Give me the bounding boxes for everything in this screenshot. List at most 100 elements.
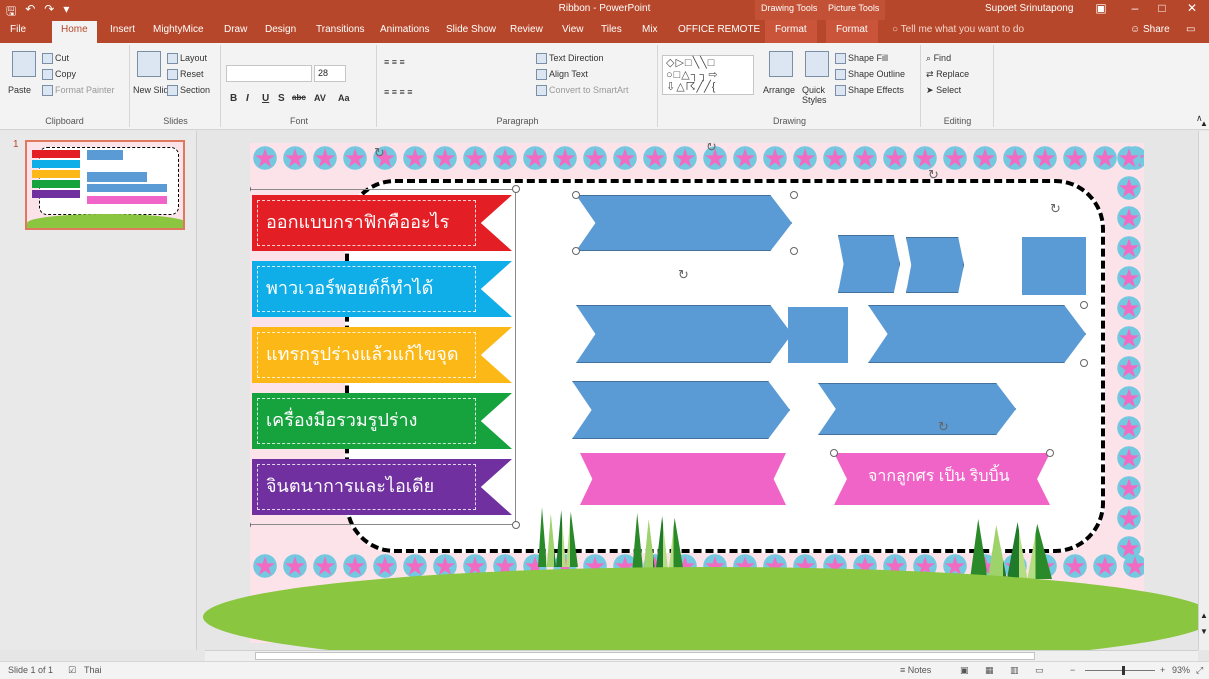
rotate-handle-icon[interactable]: ↻: [1050, 201, 1061, 217]
tab-animations[interactable]: Animations: [380, 24, 429, 35]
resize-handle[interactable]: [790, 191, 798, 199]
resize-handle[interactable]: [512, 185, 520, 193]
change-case-button[interactable]: Aa: [338, 93, 350, 103]
font-name-box[interactable]: [226, 65, 312, 82]
minimize-icon[interactable]: –: [1125, 1, 1145, 15]
blue-chevron-2[interactable]: [576, 305, 792, 363]
slide-show-icon[interactable]: ▭: [1035, 665, 1044, 676]
resize-handle[interactable]: [1046, 449, 1054, 457]
next-slide-icon[interactable]: ▼: [1200, 627, 1208, 636]
resize-handle[interactable]: [1080, 301, 1088, 309]
quick-styles-button[interactable]: Quick Styles: [802, 85, 836, 105]
copy-button[interactable]: Copy: [42, 69, 76, 81]
user-name[interactable]: Supoet Srinutapong: [985, 3, 1073, 14]
reading-view-icon[interactable]: ▥: [1010, 665, 1019, 676]
resize-handle[interactable]: [250, 521, 251, 529]
shapes-gallery[interactable]: ◇▷□╲╲□ ○□△┐┐⇨ ⇩△☈╱╱{: [662, 55, 754, 95]
resize-handle[interactable]: [250, 185, 251, 193]
paste-button[interactable]: Paste: [8, 85, 31, 95]
ribbon-yellow[interactable]: แทรกรูปร่างแล้วแก้ไขจุด: [252, 327, 512, 383]
character-spacing-button[interactable]: AV: [314, 93, 326, 103]
zoom-slider-handle[interactable]: [1122, 666, 1125, 675]
tab-design[interactable]: Design: [265, 24, 296, 35]
layout-button[interactable]: Layout: [167, 53, 207, 65]
rotate-handle-icon[interactable]: ↻: [706, 143, 717, 155]
blue-chevron-3[interactable]: [868, 305, 1086, 363]
vertical-scrollbar[interactable]: ▲ ▲ ▼: [1198, 119, 1209, 650]
tab-slide-show[interactable]: Slide Show: [446, 24, 496, 35]
close-icon[interactable]: ✕: [1182, 1, 1202, 15]
notes-button[interactable]: ≡ Notes: [900, 665, 931, 675]
slide-thumbnail-1[interactable]: [25, 140, 185, 230]
spellcheck-icon[interactable]: ☑: [68, 665, 76, 676]
text-direction-button[interactable]: Text Direction: [536, 53, 604, 65]
quick-styles-icon[interactable]: [805, 51, 829, 77]
section-button[interactable]: Section: [167, 85, 210, 97]
pink-ribbon-1[interactable]: [580, 453, 786, 505]
scroll-up-icon[interactable]: ▲: [1200, 119, 1208, 128]
italic-button[interactable]: I: [246, 93, 249, 104]
new-slide-icon[interactable]: [137, 51, 161, 77]
reset-button[interactable]: Reset: [167, 69, 204, 81]
resize-handle[interactable]: [1080, 359, 1088, 367]
align-text-button[interactable]: Align Text: [536, 69, 588, 81]
strikethrough-button[interactable]: abc: [292, 93, 306, 102]
slide-editor[interactable]: ออกแบบกราฟิกคืออะไร พาวเวอร์พอยต์ก็ทำได้…: [198, 131, 1198, 650]
rotate-handle-icon[interactable]: ↻: [678, 267, 689, 283]
select-button[interactable]: ➤ Select: [926, 85, 961, 96]
bold-button[interactable]: B: [230, 93, 237, 104]
zoom-level[interactable]: 93%: [1172, 665, 1190, 675]
zoom-slider[interactable]: [1085, 670, 1155, 671]
format-painter-button[interactable]: Format Painter: [42, 85, 115, 97]
blue-rect-1[interactable]: [788, 307, 848, 363]
find-button[interactable]: ⌕ Find: [926, 53, 951, 64]
cut-button[interactable]: Cut: [42, 53, 69, 65]
blue-chevron-small-2[interactable]: [906, 237, 964, 293]
shape-effects-button[interactable]: Shape Effects: [835, 85, 904, 97]
tab-mix[interactable]: Mix: [642, 24, 658, 35]
rotate-handle-icon[interactable]: ↻: [928, 167, 939, 183]
rotate-handle-icon[interactable]: ↻: [374, 145, 385, 161]
arrange-icon[interactable]: [769, 51, 793, 77]
bullets-icon[interactable]: ≡ ≡ ≡: [384, 57, 405, 67]
rotate-handle-icon[interactable]: ↻: [938, 419, 949, 435]
zoom-out-icon[interactable]: −: [1070, 665, 1075, 675]
comments-icon[interactable]: ▭: [1186, 24, 1195, 35]
pink-ribbon-2[interactable]: จากลูกศร เป็น ริบบิ้น: [834, 453, 1050, 505]
tab-transitions[interactable]: Transitions: [316, 24, 365, 35]
maximize-icon[interactable]: □: [1152, 1, 1172, 15]
language-indicator[interactable]: Thai: [84, 665, 102, 675]
resize-handle[interactable]: [830, 449, 838, 457]
ribbon-green[interactable]: เครื่องมือรวมรูปร่าง: [252, 393, 512, 449]
share-button[interactable]: ☺ Share: [1130, 24, 1170, 35]
prev-slide-icon[interactable]: ▲: [1200, 611, 1208, 620]
shape-fill-button[interactable]: Shape Fill: [835, 53, 888, 65]
blue-chevron-1[interactable]: [576, 195, 792, 251]
tab-file[interactable]: File: [10, 24, 26, 35]
fit-to-window-icon[interactable]: ⤢: [1196, 665, 1203, 676]
tab-drawing-format[interactable]: Format: [765, 20, 817, 43]
shadow-button[interactable]: S: [278, 93, 285, 104]
shape-outline-button[interactable]: Shape Outline: [835, 69, 905, 81]
ribbon-blue[interactable]: พาวเวอร์พอยต์ก็ทำได้: [252, 261, 512, 317]
underline-button[interactable]: U: [262, 93, 269, 104]
tab-review[interactable]: Review: [510, 24, 543, 35]
tab-mightymice[interactable]: MightyMice: [153, 24, 204, 35]
align-icons[interactable]: ≡ ≡ ≡ ≡: [384, 87, 413, 97]
horizontal-scrollbar[interactable]: [205, 650, 1198, 661]
resize-handle[interactable]: [790, 247, 798, 255]
tab-office-remote[interactable]: OFFICE REMOTE: [678, 24, 760, 35]
tab-picture-format[interactable]: Format: [826, 20, 878, 43]
font-size-box[interactable]: 28: [314, 65, 346, 82]
blue-chevron-5[interactable]: [818, 383, 1016, 435]
convert-smartart-button[interactable]: Convert to SmartArt: [536, 85, 629, 97]
resize-handle[interactable]: [512, 521, 520, 529]
tab-tiles[interactable]: Tiles: [601, 24, 622, 35]
zoom-in-icon[interactable]: +: [1160, 665, 1165, 675]
ribbon-purple[interactable]: จินตนาการและไอเดีย: [252, 459, 512, 515]
horizontal-scroll-thumb[interactable]: [255, 652, 1035, 660]
blue-rect-2[interactable]: [1022, 237, 1086, 295]
paste-icon[interactable]: [12, 51, 36, 77]
ribbon-red[interactable]: ออกแบบกราฟิกคืออะไร: [252, 195, 512, 251]
arrange-button[interactable]: Arrange: [763, 85, 795, 95]
